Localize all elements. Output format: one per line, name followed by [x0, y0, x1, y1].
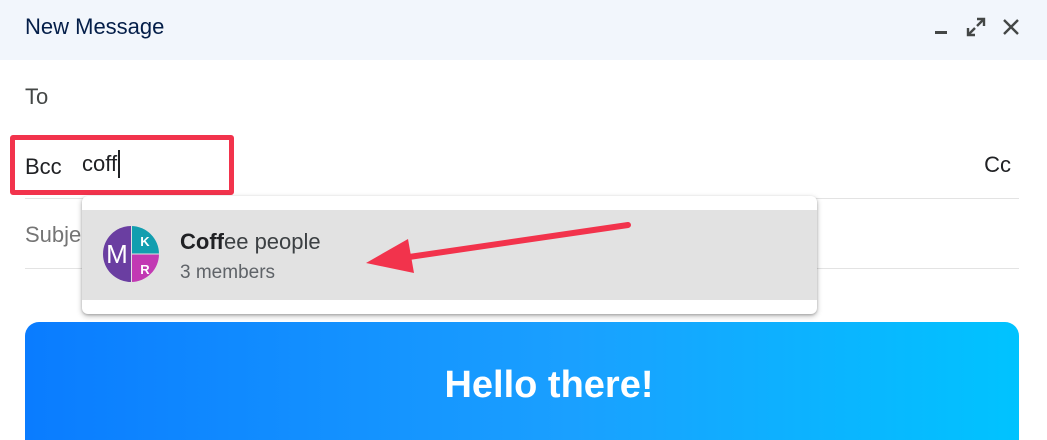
text-caret — [118, 150, 120, 178]
suggestion-name-rest: ee people — [223, 229, 321, 254]
cc-button[interactable]: Cc — [984, 152, 1011, 178]
minimize-button[interactable] — [928, 14, 954, 40]
close-button[interactable] — [998, 14, 1024, 40]
avatar-letter-1: M — [106, 239, 128, 269]
avatar-letter-3: R — [140, 262, 150, 277]
recipient-suggestions-dropdown: M K R Coffee people 3 members — [82, 196, 817, 314]
suggestion-name: Coffee people — [180, 229, 321, 255]
group-avatar-icon: M K R — [103, 226, 159, 282]
banner-text: Hello there! — [444, 364, 654, 406]
suggestion-name-match: Coff — [180, 229, 224, 254]
avatar-letter-2: K — [140, 234, 150, 249]
bcc-label: Bcc — [25, 154, 62, 179]
maximize-button[interactable] — [963, 14, 989, 40]
bcc-input-value: coff — [82, 151, 118, 176]
bcc-input[interactable]: coff — [82, 150, 120, 178]
to-field-row[interactable]: To — [25, 68, 1019, 128]
compose-window: New Message To Bcc coff Cc Subject M K R… — [0, 0, 1047, 440]
suggestion-member-count: 3 members — [180, 262, 276, 283]
bcc-field-row: Bcc coff Cc — [10, 134, 1019, 199]
compose-title: New Message — [25, 14, 165, 39]
suggestion-item-coffee-people[interactable]: M K R Coffee people 3 members — [82, 210, 817, 300]
minimize-icon — [935, 31, 947, 34]
compose-title-bar: New Message — [0, 0, 1047, 60]
email-banner: Hello there! — [25, 322, 1019, 440]
close-icon — [1003, 19, 1019, 35]
maximize-icon — [966, 17, 986, 37]
to-label: To — [25, 84, 49, 109]
